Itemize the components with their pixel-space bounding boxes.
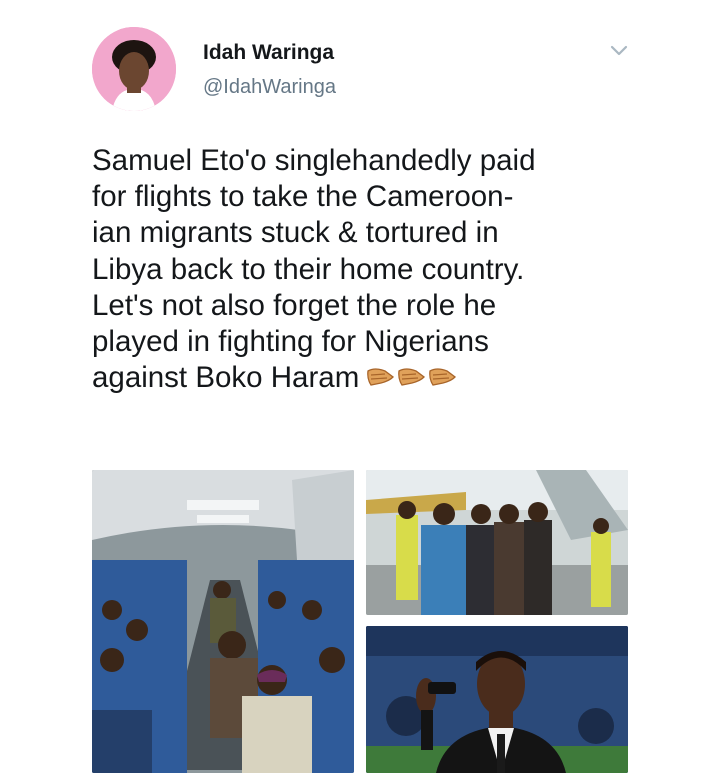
- airport-migrants-photo[interactable]: [366, 470, 628, 615]
- tweet-line: for flights to take the Cameroon-: [92, 180, 514, 214]
- airplane-cabin-photo[interactable]: [92, 470, 354, 773]
- avatar[interactable]: [92, 27, 176, 111]
- clapping-hands-icon: [398, 368, 426, 386]
- tweet-line: ian migrants stuck & tortured in: [92, 216, 499, 250]
- tweet-last-line: against Boko Haram: [92, 360, 652, 400]
- tweet-line: against Boko Haram: [92, 361, 360, 395]
- clapping-hands-icon: [429, 368, 457, 386]
- chevron-down-icon[interactable]: [608, 40, 630, 62]
- tweet-line: played in fighting for Nigerians: [92, 325, 489, 359]
- tweet-line: Samuel Eto'o singlehandedly paid: [92, 144, 536, 177]
- tweet-line: Libya back to their home country.: [92, 252, 525, 286]
- samuel-etoo-photo[interactable]: [366, 626, 628, 773]
- tweet-line: Let's not also forget the role he: [92, 288, 497, 322]
- author-handle[interactable]: @IdahWaringa: [203, 76, 336, 99]
- emoji-group: [365, 364, 458, 400]
- author-name[interactable]: Idah Waringa: [203, 41, 334, 65]
- tweet-text: Samuel Eto'o singlehandedly paid for fli…: [92, 143, 652, 400]
- clapping-hands-icon: [367, 368, 395, 386]
- avatar-image: [92, 27, 176, 111]
